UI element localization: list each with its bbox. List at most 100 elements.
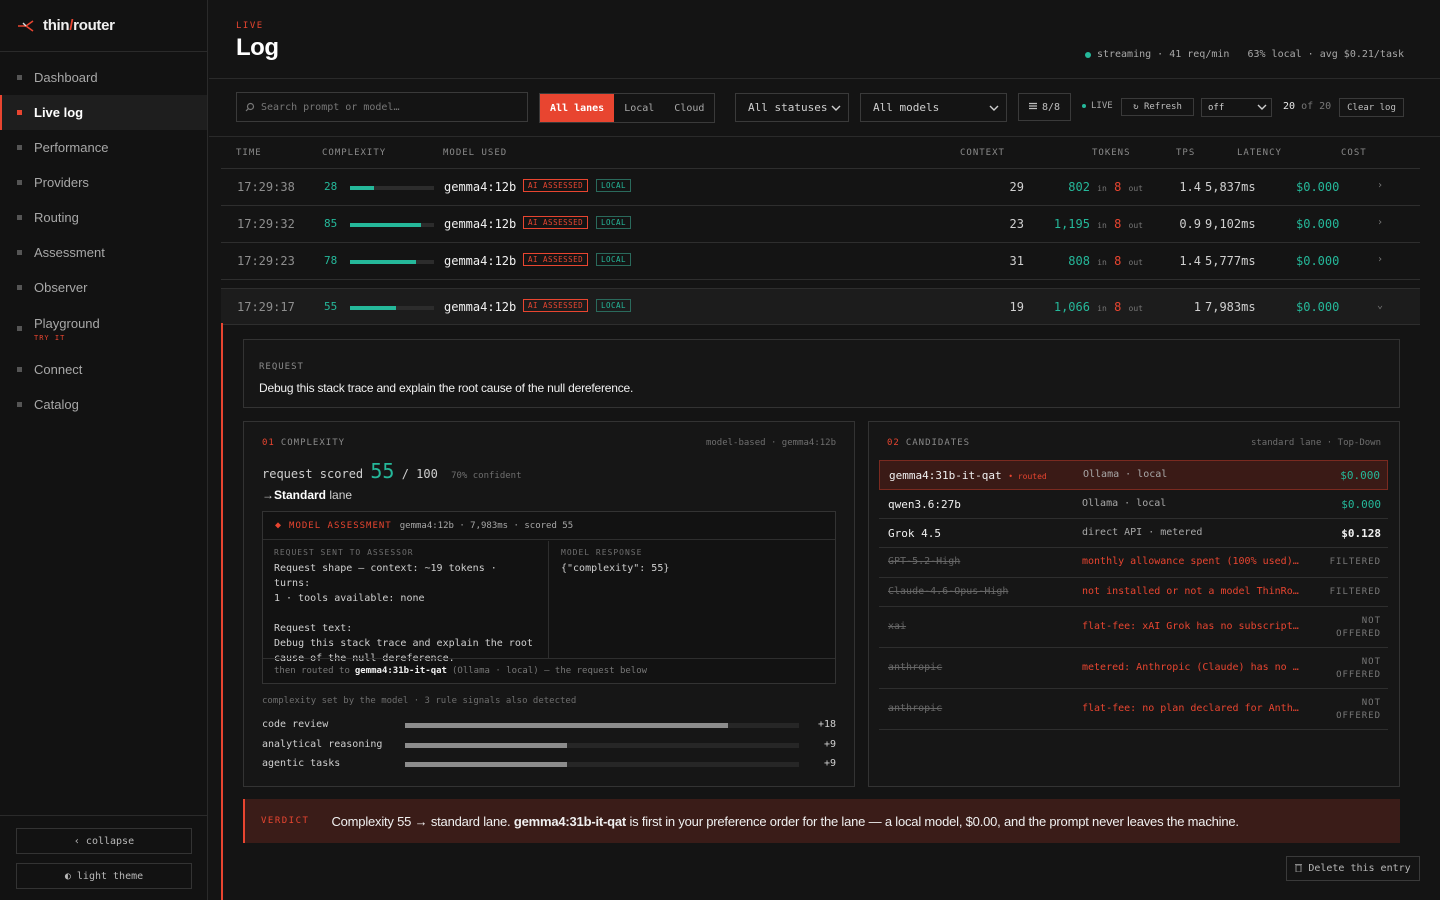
delete-label: Delete this entry: [1308, 863, 1411, 874]
assessor-request-line: 1 · tools available: none: [274, 593, 425, 604]
local-badge: LOCAL: [596, 179, 632, 192]
chevron-down-icon[interactable]: ⌄: [1377, 300, 1383, 311]
row-tokens: 802 in 8 out: [1068, 180, 1143, 194]
refresh-button[interactable]: ↻ Refresh: [1121, 98, 1194, 116]
row-latency: 9,102ms: [1205, 217, 1256, 231]
nav-item-assessment[interactable]: Assessment: [0, 235, 207, 270]
page-title: Log: [236, 34, 279, 61]
table-row[interactable]: 17:29:38 28 gemma4:12b AI ASSESSED LOCAL 29 80…: [221, 169, 1420, 206]
table-row[interactable]: 17:29:32 85 gemma4:12b AI ASSESSED LOCAL 23 1,…: [221, 206, 1420, 243]
brand-name: thin/router: [43, 17, 115, 34]
row-count-total: of 20: [1301, 101, 1332, 112]
local-badge: LOCAL: [596, 253, 632, 266]
lane-all-tab[interactable]: All lanes: [540, 94, 615, 122]
delete-entry-button[interactable]: Delete this entry: [1286, 856, 1420, 881]
search-box[interactable]: [236, 92, 528, 122]
columns-icon: [1028, 102, 1037, 113]
table-row[interactable]: 17:29:23 78 gemma4:12b AI ASSESSED LOCAL 31 80…: [221, 243, 1420, 280]
col-tps[interactable]: TPS: [1176, 148, 1195, 158]
lane-cloud-tab[interactable]: Cloud: [664, 94, 714, 122]
routed-tag: • routed: [1008, 472, 1047, 481]
assessor-request-line: Request text:: [274, 623, 353, 634]
row-time: 17:29:32: [237, 217, 295, 231]
candidate-row[interactable]: Claude-4.6-Opus-High not installed or not…: [879, 578, 1388, 607]
collapse-button[interactable]: ‹ collapse: [16, 828, 192, 854]
filter-toolbar: All lanes Local Cloud All statuses All m…: [209, 79, 1440, 137]
candidate-price: $0.128: [1341, 527, 1381, 540]
nav-bullet-icon: [17, 215, 22, 220]
assessor-response-text: {"complexity": 55}: [561, 563, 670, 574]
row-time: 17:29:17: [237, 300, 295, 314]
nav-item-routing[interactable]: Routing: [0, 200, 207, 235]
complexity-bar: [350, 260, 434, 264]
candidate-source: direct API · metered: [1082, 527, 1203, 538]
model-select-value: All models: [873, 101, 940, 114]
col-time[interactable]: TIME: [236, 148, 262, 158]
nav-item-connect[interactable]: Connect: [0, 352, 207, 387]
assessor-request: REQUEST SENT TO ASSESSOR Request shape —…: [263, 541, 549, 664]
nav-item-playground[interactable]: Playground TRY IT: [0, 305, 207, 352]
candidate-row[interactable]: Grok 4.5 direct API · metered $0.128: [879, 519, 1388, 548]
assessor-request-line: Debug this stack trace and explain the r…: [274, 638, 533, 649]
columns-button[interactable]: 8/8: [1018, 93, 1071, 121]
chevron-right-icon[interactable]: ›: [1377, 217, 1383, 228]
nav-label: Routing: [34, 210, 79, 225]
complexity-meta: model-based · gemma4:12b: [705, 438, 836, 448]
candidate-row[interactable]: anthropic metered: Anthropic (Claude) has…: [879, 648, 1388, 689]
interval-select[interactable]: off: [1201, 98, 1272, 117]
status-select[interactable]: All statuses: [735, 93, 849, 122]
candidate-row[interactable]: anthropic flat-fee: no plan declared for …: [879, 689, 1388, 730]
nav-label: Dashboard: [34, 70, 98, 85]
complexity-score-line: request scored 55 / 100 70% confident: [262, 459, 522, 483]
col-model[interactable]: MODEL USED: [443, 148, 507, 158]
col-tokens[interactable]: TOKENS: [1092, 148, 1131, 158]
col-cost[interactable]: COST: [1341, 148, 1367, 158]
lane-local-tab[interactable]: Local: [614, 94, 664, 122]
row-complexity-score: 55: [324, 300, 338, 313]
lane-filter: All lanes Local Cloud: [539, 93, 716, 123]
table-row[interactable]: 17:29:17 55 gemma4:12b AI ASSESSED LOCAL 19 1,…: [221, 288, 1420, 325]
complexity-bar: [350, 186, 434, 190]
row-model: gemma4:12b: [444, 217, 517, 231]
candidate-row[interactable]: GPT-5.2-High monthly allowance spent (100…: [879, 548, 1388, 578]
candidate-name: GPT-5.2-High: [888, 556, 961, 567]
nav-item-performance[interactable]: Performance: [0, 130, 207, 165]
col-context[interactable]: CONTEXT: [960, 148, 1005, 158]
col-latency[interactable]: LATENCY: [1237, 148, 1282, 158]
candidate-source: not installed or not a model ThinRo…: [1082, 586, 1299, 597]
nav-label: Playground: [34, 315, 100, 331]
col-complexity[interactable]: COMPLEXITY: [322, 148, 386, 158]
signal-bar: [405, 723, 799, 728]
nav-item-observer[interactable]: Observer: [0, 270, 207, 305]
candidate-source: Ollama · local: [1082, 498, 1167, 509]
candidate-source: flat-fee: xAI Grok has no subscript…: [1082, 621, 1299, 632]
row-cost: $0.000: [1296, 300, 1340, 314]
row-context: 29: [1009, 180, 1024, 194]
chevron-down-icon: [831, 101, 841, 114]
brand[interactable]: thin/router: [0, 0, 207, 52]
row-tokens: 1,066 in 8 out: [1053, 300, 1143, 314]
candidate-row[interactable]: qwen3.6:27b Ollama · local $0.000: [879, 490, 1388, 519]
nav-item-providers[interactable]: Providers: [0, 165, 207, 200]
row-time: 17:29:38: [237, 180, 295, 194]
nav-bullet-icon: [17, 250, 22, 255]
search-input[interactable]: [261, 101, 521, 113]
candidate-row[interactable]: xai flat-fee: xAI Grok has no subscript… N…: [879, 607, 1388, 648]
nav-item-dashboard[interactable]: Dashboard: [0, 60, 207, 95]
clear-log-button[interactable]: Clear log: [1339, 98, 1404, 117]
assessment-footer: then routed to gemma4:31b-it-qat (Ollama ·…: [263, 658, 835, 683]
chevron-right-icon[interactable]: ›: [1377, 254, 1383, 265]
candidate-row[interactable]: gemma4:31b-it-qat • routed Ollama · local…: [879, 460, 1388, 490]
theme-toggle-button[interactable]: ◐ light theme: [16, 863, 192, 889]
log-table: TIME COMPLEXITY MODEL USED CONTEXT TOKEN…: [221, 138, 1420, 325]
candidate-price: $0.000: [1340, 469, 1380, 482]
nav-bullet-icon: [17, 402, 22, 407]
row-latency: 7,983ms: [1205, 300, 1256, 314]
model-select[interactable]: All models: [860, 93, 1007, 122]
chevron-right-icon[interactable]: ›: [1377, 180, 1383, 191]
row-context: 23: [1009, 217, 1024, 231]
nav-item-live-log[interactable]: Live log: [0, 95, 207, 130]
entry-detail: REQUEST Debug this stack trace and expla…: [221, 323, 1420, 900]
search-icon: [245, 100, 255, 115]
nav-item-catalog[interactable]: Catalog: [0, 387, 207, 422]
